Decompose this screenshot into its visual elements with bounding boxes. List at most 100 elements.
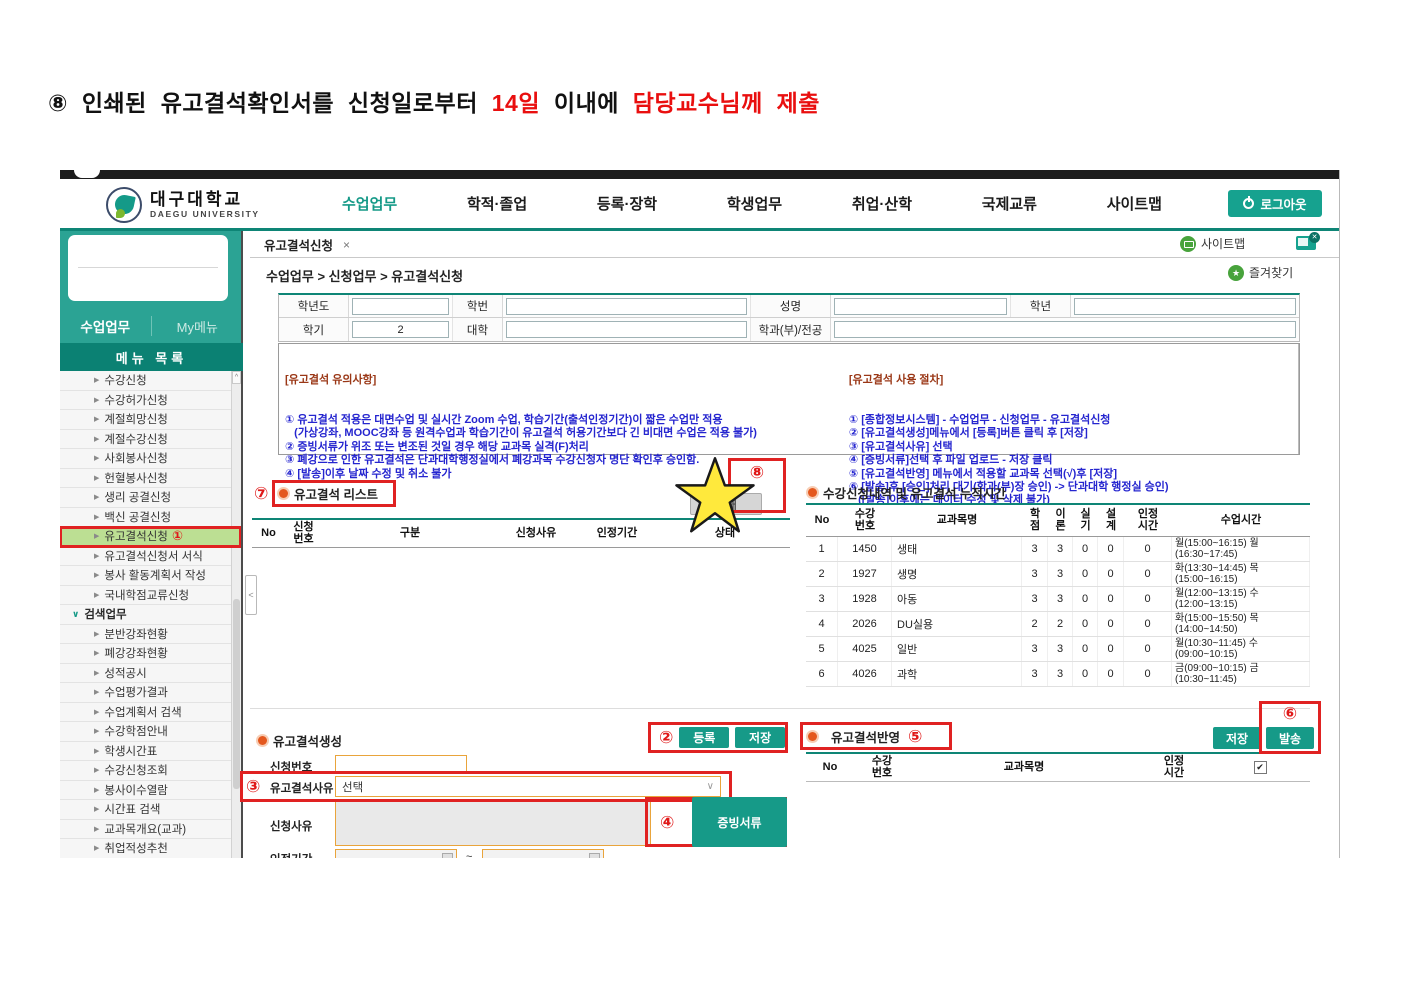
calendar-icon[interactable] [589,853,600,858]
course-row[interactable]: 5 4025 일반 3 3 0 0 0 월(10:30~11:45) 수(09:… [806,637,1310,662]
course-design: 0 [1098,662,1124,686]
register-button[interactable]: 등록 [679,727,730,748]
tab-label: 유고결석신청 [264,239,334,253]
course-credit: 3 [1022,562,1048,586]
semester-field[interactable]: 2 [352,321,449,338]
menu-item-label: 백신 공결신청 [104,511,172,524]
student-id-field[interactable] [506,297,747,315]
sidebar-menu-item[interactable]: ▶ 계절수강신청 [60,429,241,449]
sitemap-link[interactable]: 사이트맵 [1180,235,1245,252]
save-button[interactable]: 저장 [735,727,785,748]
major-field[interactable] [834,321,1296,338]
name-field[interactable] [834,297,1007,315]
nav-item[interactable]: 학생업무 [727,193,782,214]
badge-7: ⑦ [254,484,269,503]
sidebar-menu-item[interactable]: ▶ 수업평가결과 [60,683,241,703]
course-code: 1927 [838,562,892,586]
menu-arrow-icon: ▶ [94,806,100,814]
nav-item[interactable]: 학적·졸업 [467,193,527,214]
logo-title: 대구대학교 [150,190,244,209]
period-start-input[interactable] [335,849,457,858]
sidebar-menu-item[interactable]: ▶ 계절희망신청 [60,410,241,430]
nav-item[interactable]: 취업·산학 [852,193,912,214]
scroll-thumb[interactable] [233,599,240,789]
reflect-section-title: 유고결석반영 [831,730,901,745]
course-row[interactable]: 4 2026 DU실용 2 2 0 0 0 화(15:00~15:50) 목(1… [806,612,1310,637]
sidebar-menu-item[interactable]: ▶ 봉사이수열람 [60,780,241,800]
sidebar-menu-item[interactable]: ▶ 성적공시 [60,663,241,683]
sidebar-menu-item[interactable]: ▶ 유고결석신청서 서식 [60,546,241,566]
menu-arrow-icon: ▶ [94,396,100,404]
course-design: 0 [1098,637,1124,661]
sidebar-menu-item[interactable]: ▶ 분반강좌현황 [60,624,241,644]
course-recognized-hours: 0 [1124,587,1172,611]
nav-item[interactable]: 국제교류 [982,193,1037,214]
sidebar-menu-item[interactable]: ▶ 수강허가신청 [60,390,241,410]
period-end-input[interactable] [482,849,604,858]
sidebar-menu-item[interactable]: ▶ 수강신청조회 [60,761,241,781]
sidebar-tab-lecture[interactable]: 수업업무 [60,316,152,336]
reflect-column-header: 인정 시간 [1163,755,1185,779]
nav-item[interactable]: 사이트맵 [1107,193,1162,214]
sidebar-tab-mymenu[interactable]: My메뉴 [152,317,244,336]
sidebar-menu-item[interactable]: ▶ 생리 공결신청 [60,488,241,508]
nav-item[interactable]: 수업업무 [342,193,397,214]
menu-item-label: 수강신청 [104,375,147,388]
notice-line: (가상강좌, MOOC강좌 등 원격수업과 학습기간이 유고결석 허용기간보다 … [285,427,757,440]
period-separator: ~ [466,851,473,858]
sidebar-menu-item[interactable]: ▶ 유고결석신청 ① [60,526,241,548]
course-theory: 3 [1048,562,1073,586]
nav-item[interactable]: 등록·장학 [597,193,657,214]
sidebar-menu-item[interactable]: ∨ 검색업무 [60,605,241,625]
reflect-column-header: 수강 번호 [871,755,893,779]
sidebar-menu-item[interactable]: ▶ 교과목개요(교과) [60,819,241,839]
tab-absence-apply[interactable]: 유고결석신청 × [264,235,350,254]
favorite-link[interactable]: ★ 즐겨찾기 [1228,264,1293,281]
sidebar-menu-item[interactable]: ▶ 시간표 검색 [60,800,241,820]
course-row[interactable]: 2 1927 생명 3 3 0 0 0 화(13:30~14:45) 목(15:… [806,562,1310,587]
apply-reason-label: 신청사유 [270,821,313,833]
sidebar-menu-item[interactable]: ▶ 헌혈봉사신청 [60,468,241,488]
year-field[interactable] [352,297,449,315]
sidebar-menu-item[interactable]: ▶ 봉사 활동계획서 작성 [60,566,241,586]
course-row[interactable]: 1 1450 생태 3 3 0 0 0 월(15:00~16:15) 월(16:… [806,537,1310,562]
sidebar-menu-item[interactable]: ▶ 수강학점안내 [60,722,241,742]
course-theory: 3 [1048,637,1073,661]
close-window-icon[interactable] [1296,232,1320,250]
menu-item-label: 분반강좌현황 [104,628,168,641]
reflect-save-button[interactable]: 저장 [1213,727,1261,749]
course-row[interactable]: 3 1928 아동 3 3 0 0 0 월(12:00~13:15) 수(12:… [806,587,1310,612]
sidebar-menu-item[interactable]: ▶ 사회봉사신청 [60,449,241,469]
logout-button[interactable]: 로그아웃 [1228,190,1322,217]
apply-reason-textarea[interactable] [335,801,651,846]
breadcrumb: 수업업무 > 신청업무 > 유고결석신청 [266,269,464,284]
scroll-up-arrow[interactable]: ^ [232,371,241,384]
university-logo[interactable]: 대구대학교 DAEGU UNIVERSITY [106,187,260,223]
sidebar-menu-item[interactable]: ▶ 학생시간표 [60,741,241,761]
course-recognized-hours: 0 [1124,662,1172,686]
sidebar-menu-item[interactable]: ▶ 국내학점교류신청 [60,585,241,605]
college-field[interactable] [506,321,747,338]
sidebar-menu-item[interactable]: ▶ 수강신청 [60,371,241,391]
course-row[interactable]: 6 4026 과학 3 3 0 0 0 금(09:00~10:15) 금(10:… [806,662,1310,687]
student-id-label: 학번 [453,295,503,317]
calendar-icon[interactable] [442,853,453,858]
notice-procedure-title: [유고결석 사용 절차] [848,373,944,386]
evidence-button[interactable]: 증빙서류 [692,797,787,847]
menu-item-label: 수강허가신청 [104,394,168,407]
sidebar-menu-item[interactable]: ▶ 수업계획서 검색 [60,702,241,722]
badge-4: ④ [660,812,675,832]
major-label: 학과(부)/전공 [751,318,831,341]
sidebar-menu-item[interactable]: ▶ 폐강강좌현황 [60,644,241,664]
sidebar-menu-item[interactable]: ▶ 백신 공결신청 [60,507,241,527]
sidebar-menu-item[interactable]: ▶ 취업적성추천 [60,839,241,858]
menu-arrow-icon: ▶ [94,650,100,658]
course-design: 0 [1098,537,1124,561]
badge-3: ③ [246,777,261,796]
menu-item-label: 검색업무 [84,609,127,622]
tab-close-icon[interactable]: × [343,238,350,252]
notice-cautions: [유고결석 유의사항] ① 유고결석 적용은 대면수업 및 실시간 Zoom 수… [279,344,843,480]
sidebar-collapse-handle[interactable]: < [245,575,257,615]
grade-field[interactable] [1074,297,1296,315]
course-time: 월(10:30~11:45) 수(09:00~10:15) [1172,637,1310,661]
